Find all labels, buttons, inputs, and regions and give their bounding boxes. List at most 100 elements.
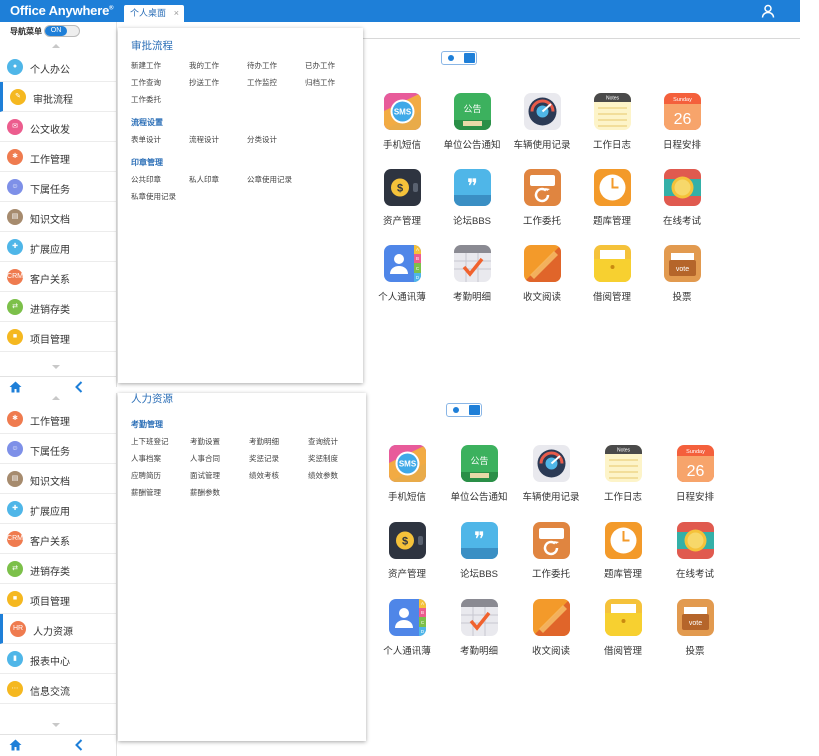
app-tile[interactable]: vote 投票: [647, 245, 717, 307]
menu-work-delegate[interactable]: 工作委托: [131, 94, 161, 105]
app-tile[interactable]: 考勤明细: [444, 599, 514, 661]
wallet-icon[interactable]: $: [389, 522, 426, 559]
checklist-icon[interactable]: [461, 599, 498, 636]
sidebar-item[interactable]: ✎ 审批流程: [0, 82, 116, 112]
menu-my-work[interactable]: 我的工作: [189, 60, 219, 71]
collapse-icon[interactable]: [74, 381, 84, 393]
app-tile[interactable]: A B C D 个人通讯薄: [372, 599, 442, 661]
menu-interviews[interactable]: 面试管理: [190, 470, 220, 481]
sidebar-item[interactable]: ✚ 扩展应用: [0, 232, 116, 262]
reading-icon[interactable]: [533, 599, 570, 636]
menu-private-seal-log[interactable]: 私章使用记录: [131, 191, 176, 202]
menu-performance[interactable]: 绩效考核: [249, 470, 279, 481]
contacts-icon[interactable]: ABCD: [384, 245, 421, 282]
menu-work-monitor[interactable]: 工作监控: [247, 77, 277, 88]
sidebar-item[interactable]: ■ 项目管理: [0, 584, 116, 614]
app-tile[interactable]: 在线考试: [647, 169, 717, 231]
sidebar-item[interactable]: ⇄ 进销存类: [0, 292, 116, 322]
app-tile[interactable]: 工作委托: [507, 169, 577, 231]
sidebar-item[interactable]: ☺ 下属任务: [0, 434, 116, 464]
watch-icon[interactable]: [677, 522, 714, 559]
sidebar-item[interactable]: HR 人力资源: [0, 614, 116, 644]
notice-board-icon[interactable]: 公告: [454, 93, 491, 130]
sidebar-item[interactable]: ✉ 公文收发: [0, 112, 116, 142]
menu-private-seal[interactable]: 私人印章: [189, 174, 219, 185]
app-tile[interactable]: vote 投票: [660, 599, 730, 661]
user-icon[interactable]: [761, 4, 775, 18]
menu-todo-work[interactable]: 待办工作: [247, 60, 277, 71]
menu-attendance-detail[interactable]: 考勤明细: [249, 436, 279, 447]
sidebar-item[interactable]: ■ 项目管理: [0, 322, 116, 352]
menu-reward-rules[interactable]: 奖惩制度: [308, 453, 338, 464]
menu-form-design[interactable]: 表单设计: [131, 134, 161, 145]
calendar-icon[interactable]: Sunday 26: [677, 445, 714, 482]
quote-bubble-icon[interactable]: ❞: [461, 522, 498, 559]
app-tile[interactable]: Sunday 26 日程安排: [647, 93, 717, 155]
app-tile[interactable]: $ 资产管理: [372, 522, 442, 584]
view-toggle[interactable]: [446, 403, 482, 417]
app-tile[interactable]: 公告 单位公告通知: [444, 445, 514, 507]
gauge-icon[interactable]: [524, 93, 561, 130]
menu-reward-records[interactable]: 奖惩记录: [249, 453, 279, 464]
scroll-up-arrow[interactable]: [52, 396, 60, 400]
sidebar-item[interactable]: ● 个人办公: [0, 52, 116, 82]
app-tile[interactable]: 题库管理: [588, 522, 658, 584]
menu-contracts[interactable]: 人事合同: [190, 453, 220, 464]
menu-personnel-files[interactable]: 人事档案: [131, 453, 161, 464]
sidebar-item[interactable]: ✱ 工作管理: [0, 142, 116, 172]
app-tile[interactable]: 题库管理: [577, 169, 647, 231]
menu-performance-params[interactable]: 绩效参数: [308, 470, 338, 481]
sidebar-item[interactable]: ▤ 知识文档: [0, 464, 116, 494]
grid-view-icon[interactable]: [464, 53, 475, 63]
menu-category-design[interactable]: 分类设计: [247, 134, 277, 145]
app-tile[interactable]: A B C D 个人通讯薄: [367, 245, 437, 307]
menu-public-seal-log[interactable]: 公章使用记录: [247, 174, 292, 185]
sidebar-item[interactable]: ⋯ 信息交流: [0, 674, 116, 704]
menu-archive-work[interactable]: 归档工作: [305, 77, 335, 88]
app-tile[interactable]: 收文阅读: [507, 245, 577, 307]
app-tile[interactable]: 收文阅读: [516, 599, 586, 661]
home-icon[interactable]: [9, 381, 22, 393]
vote-box-icon[interactable]: vote: [664, 245, 701, 282]
folder-icon[interactable]: [605, 599, 642, 636]
quote-bubble-icon[interactable]: ❞: [454, 169, 491, 206]
menu-new-work[interactable]: 新建工作: [131, 60, 161, 71]
contacts-icon[interactable]: ABCD: [389, 599, 426, 636]
folder-icon[interactable]: [594, 245, 631, 282]
list-view-icon[interactable]: [453, 407, 459, 413]
calendar-icon[interactable]: Sunday 26: [664, 93, 701, 130]
vote-box-icon[interactable]: vote: [677, 599, 714, 636]
scroll-up-arrow[interactable]: [52, 44, 60, 48]
clock-icon[interactable]: [605, 522, 642, 559]
menu-public-seal[interactable]: 公共印章: [131, 174, 161, 185]
app-tile[interactable]: 在线考试: [660, 522, 730, 584]
app-tile[interactable]: 车辆使用记录: [516, 445, 586, 507]
scroll-down-arrow[interactable]: [52, 723, 60, 727]
app-tile[interactable]: $ 资产管理: [367, 169, 437, 231]
sidebar-item[interactable]: CRM 客户关系: [0, 524, 116, 554]
menu-work-query[interactable]: 工作查询: [131, 77, 161, 88]
sms-icon[interactable]: SMS: [384, 93, 421, 130]
gauge-icon[interactable]: [533, 445, 570, 482]
menu-done-work[interactable]: 已办工作: [305, 60, 335, 71]
clock-icon[interactable]: [594, 169, 631, 206]
sidebar-item[interactable]: ▮ 报表中心: [0, 644, 116, 674]
grid-view-icon[interactable]: [469, 405, 480, 415]
app-tile[interactable]: Notes 工作日志: [588, 445, 658, 507]
collapse-icon[interactable]: [74, 739, 84, 751]
sidebar-item[interactable]: ✚ 扩展应用: [0, 494, 116, 524]
app-tile[interactable]: SMS 手机短信: [372, 445, 442, 507]
app-tile[interactable]: 工作委托: [516, 522, 586, 584]
sidebar-item[interactable]: ✱ 工作管理: [0, 404, 116, 434]
notice-board-icon[interactable]: 公告: [461, 445, 498, 482]
app-tile[interactable]: 车辆使用记录: [507, 93, 577, 155]
app-tile[interactable]: 借阅管理: [588, 599, 658, 661]
app-tile[interactable]: Sunday 26 日程安排: [660, 445, 730, 507]
list-view-icon[interactable]: [448, 55, 454, 61]
close-icon[interactable]: ×: [174, 5, 179, 22]
delegate-icon[interactable]: [533, 522, 570, 559]
app-tile[interactable]: ❞ 论坛BBS: [437, 169, 507, 231]
notes-icon[interactable]: Notes: [594, 93, 631, 130]
app-tile[interactable]: ❞ 论坛BBS: [444, 522, 514, 584]
sms-icon[interactable]: SMS: [389, 445, 426, 482]
